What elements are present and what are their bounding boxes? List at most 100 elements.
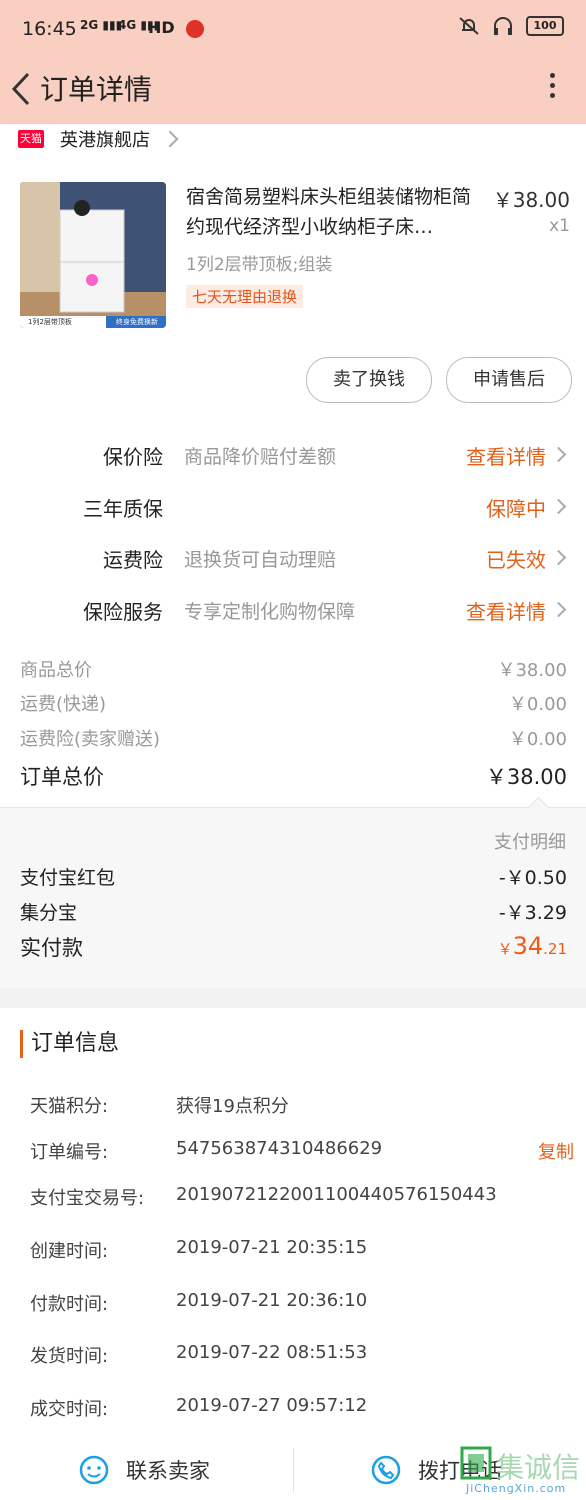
return-policy-tag: 七天无理由退换 xyxy=(186,285,304,308)
info-row-alipay-id: 支付宝交易号: 2019072122001100440576150443 xyxy=(30,1184,570,1214)
page-title: 订单详情 xyxy=(40,73,153,106)
info-label: 天猫积分: xyxy=(30,1096,109,1117)
chevron-right-icon xyxy=(550,498,567,515)
bottom-divider xyxy=(293,1448,294,1492)
info-row-shipped: 发货时间: 2019-07-22 08:51:53 xyxy=(30,1342,570,1372)
phone-icon xyxy=(371,1455,401,1485)
payment-label: 集分宝 xyxy=(20,902,78,924)
chevron-right-icon xyxy=(550,601,567,618)
price-value: ￥0.00 xyxy=(508,729,567,750)
info-value: 2019072122001100440576150443 xyxy=(176,1184,497,1205)
battery-icon: 100 xyxy=(526,16,564,36)
payment-label: 支付宝红包 xyxy=(20,867,116,889)
notch xyxy=(527,796,550,819)
section-divider xyxy=(0,988,586,1008)
info-value: 获得19点积分 xyxy=(176,1096,289,1117)
amount-decimal: .21 xyxy=(543,940,567,958)
info-value: 2019-07-27 09:57:12 xyxy=(176,1395,368,1416)
info-label: 成交时间: xyxy=(30,1399,109,1420)
contact-seller-label: 联系卖家 xyxy=(126,1459,210,1483)
headphone-icon xyxy=(494,17,512,35)
product-image[interactable]: 1列2层带顶板 终身免费换新 xyxy=(20,182,166,328)
sell-button[interactable]: 卖了换钱 xyxy=(306,357,432,403)
shop-row[interactable]: 天猫 英港旗舰店 xyxy=(18,124,179,154)
chevron-right-icon xyxy=(550,549,567,566)
service-desc: 商品降价赔付差额 xyxy=(184,446,337,468)
image-caption-right: 终身免费换新 xyxy=(116,318,158,326)
actual-payment-label: 实付款 xyxy=(20,936,83,960)
price-row-goods: 商品总价 ￥38.00 xyxy=(20,656,567,686)
product-price: ￥38.00 xyxy=(492,188,570,212)
service-status: 保障中 xyxy=(486,497,546,521)
service-desc: 退换货可自动理赔 xyxy=(184,549,337,571)
service-desc: 专享定制化购物保障 xyxy=(184,601,356,623)
service-shipping-insurance[interactable]: 运费险 退换货可自动理赔 已失效 xyxy=(0,536,586,576)
order-info-title: 订单信息 xyxy=(20,1030,119,1058)
info-value: 2019-07-22 08:51:53 xyxy=(176,1342,368,1363)
product-quantity: x1 xyxy=(549,216,570,236)
info-row-created: 创建时间: 2019-07-21 20:35:15 xyxy=(30,1237,570,1267)
price-label: 商品总价 xyxy=(20,660,92,681)
info-label: 订单编号: xyxy=(30,1142,109,1163)
service-price-protection[interactable]: 保价险 商品降价赔付差额 查看详情 xyxy=(0,433,586,473)
info-value: 547563874310486629 xyxy=(176,1138,383,1159)
price-row-shipping-insurance: 运费险(卖家赠送) ￥0.00 xyxy=(20,725,567,755)
currency-symbol: ￥ xyxy=(497,940,513,958)
copy-button[interactable]: 复制 xyxy=(538,1138,574,1164)
image-caption-left: 1列2层带顶板 xyxy=(28,318,72,326)
price-value: ￥38.00 xyxy=(497,660,567,681)
status-time: 16:45 xyxy=(22,18,77,40)
service-label: 保险服务 xyxy=(83,600,163,624)
signal-2g-label: 2G xyxy=(80,18,99,32)
info-label: 发货时间: xyxy=(30,1346,109,1367)
status-right-icons: 100 xyxy=(458,16,564,36)
battery-level: 100 xyxy=(533,19,557,32)
signal-2g-icon: 2G ▮▮▮ xyxy=(80,18,123,32)
hd-label: HD xyxy=(148,18,175,37)
chat-smile-icon xyxy=(79,1455,109,1485)
tmall-badge: 天猫 xyxy=(18,130,44,148)
info-row-completed: 成交时间: 2019-07-27 09:57:12 xyxy=(30,1395,570,1425)
price-row-shipping: 运费(快递) ￥0.00 xyxy=(20,690,567,720)
product-sku: 1列2层带顶板;组装 xyxy=(186,255,333,275)
service-status: 已失效 xyxy=(486,548,546,572)
service-status: 查看详情 xyxy=(466,600,546,624)
amount-integer: 34 xyxy=(512,932,544,960)
payment-value: -￥3.29 xyxy=(498,902,567,924)
info-label: 付款时间: xyxy=(30,1294,109,1315)
info-label: 创建时间: xyxy=(30,1241,109,1262)
watermark: 集诚信 JiChengXin.com xyxy=(460,1442,580,1498)
payment-details: 支付明细 支付宝红包 -￥0.50 集分宝 -￥3.29 实付款 ￥34.21 xyxy=(0,796,586,989)
info-row-paid: 付款时间: 2019-07-21 20:36:10 xyxy=(30,1290,570,1320)
top-bar: 16:45 2G ▮▮▮ 4G ▮▮▮ HD 100 订单详情 xyxy=(0,0,586,124)
actual-payment-value: ￥34.21 xyxy=(498,932,567,960)
price-row-total: 订单总价 ￥38.00 xyxy=(20,761,567,791)
mute-icon xyxy=(459,17,479,35)
product-title[interactable]: 宿舍简易塑料床头柜组装储物柜简约现代经济型小收纳柜子床… xyxy=(186,182,486,242)
service-status: 查看详情 xyxy=(466,445,546,469)
info-value: 2019-07-21 20:35:15 xyxy=(176,1237,368,1258)
hd-icon: HD xyxy=(148,18,175,37)
price-label: 运费险(卖家赠送) xyxy=(20,729,161,750)
signal-4g-label: 4G xyxy=(118,18,137,32)
more-options-icon[interactable] xyxy=(542,68,562,108)
info-label: 支付宝交易号: xyxy=(30,1188,145,1209)
app-header: 订单详情 xyxy=(0,60,586,124)
service-warranty[interactable]: 三年质保 保障中 xyxy=(0,485,586,525)
service-insurance[interactable]: 保险服务 专享定制化购物保障 查看详情 xyxy=(0,588,586,628)
chevron-right-icon xyxy=(161,130,179,148)
price-value: ￥38.00 xyxy=(485,765,567,789)
order-detail-page: 16:45 2G ▮▮▮ 4G ▮▮▮ HD 100 订单详情 天猫 英港旗舰店 xyxy=(0,0,586,1500)
info-row-points: 天猫积分: 获得19点积分 xyxy=(30,1092,570,1122)
status-bar: 16:45 2G ▮▮▮ 4G ▮▮▮ HD 100 xyxy=(0,0,586,60)
payment-detail-link[interactable]: 支付明细 xyxy=(494,828,566,854)
payment-value: -￥0.50 xyxy=(498,867,567,889)
service-label: 三年质保 xyxy=(83,497,163,521)
watermark-url: JiChengXin.com xyxy=(466,1482,567,1495)
after-sale-button[interactable]: 申请售后 xyxy=(446,357,572,403)
netease-music-icon xyxy=(186,20,204,38)
contact-seller-button[interactable]: 联系卖家 xyxy=(78,1440,210,1500)
watermark-text: 集诚信 xyxy=(496,1451,581,1484)
chevron-right-icon xyxy=(550,446,567,463)
price-label: 订单总价 xyxy=(20,765,104,789)
